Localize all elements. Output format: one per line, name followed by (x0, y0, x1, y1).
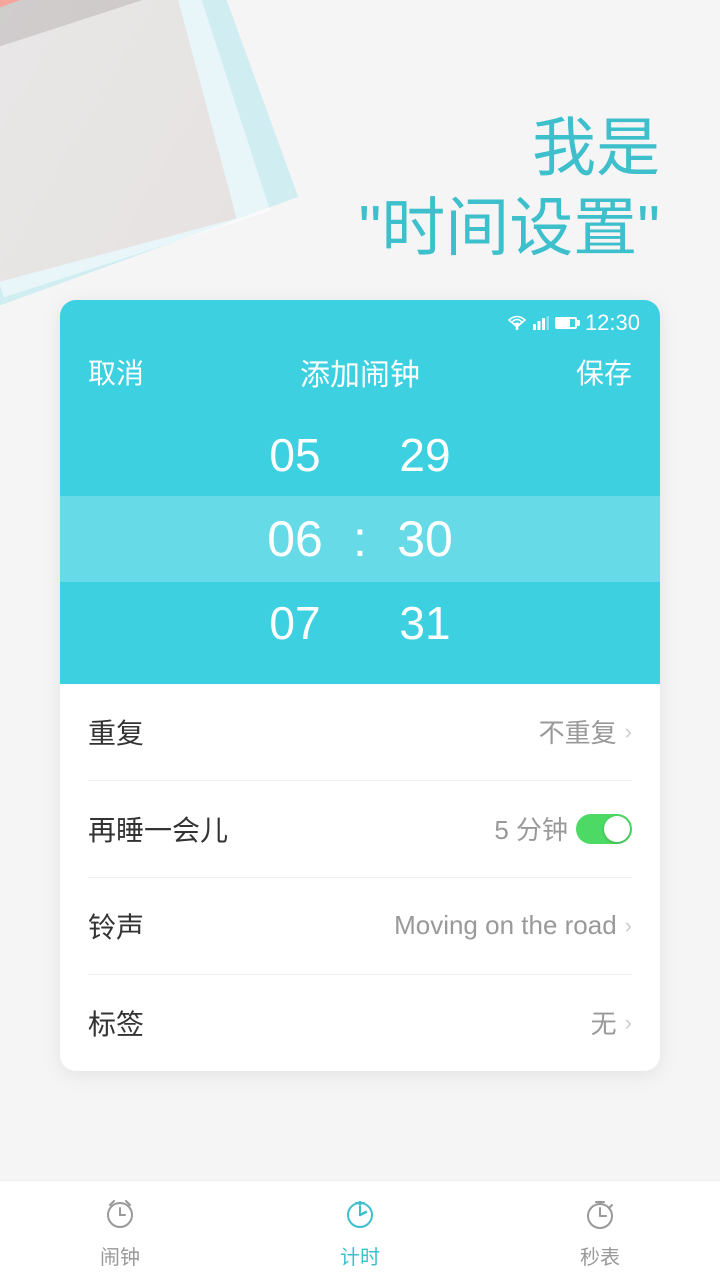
ringtone-value: Moving on the road › (394, 910, 632, 941)
minute-0: 29 (375, 428, 475, 482)
hour-0: 05 (245, 428, 345, 482)
battery-icon (555, 317, 577, 329)
minute-1: 30 (375, 510, 475, 568)
snooze-toggle[interactable] (576, 814, 632, 844)
signal-icon (533, 316, 549, 330)
time-row-1[interactable]: 06 : 30 (60, 496, 660, 582)
sep-1: : (345, 510, 375, 568)
alarm-bar: 取消 添加闹钟 保存 (60, 340, 660, 414)
snooze-value: 5 分钟 (494, 810, 632, 847)
stopwatch-icon (578, 1191, 622, 1235)
status-bar: 12:30 (60, 300, 660, 340)
nav-item-alarm[interactable]: 闹钟 (0, 1191, 240, 1270)
toggle-thumb (604, 816, 630, 842)
nav-label-alarm: 闹钟 (100, 1241, 140, 1270)
main-content: 我是 "时间设置" (0, 0, 720, 1181)
status-time: 12:30 (585, 310, 640, 336)
time-row-2[interactable]: 07 : 31 (60, 582, 660, 664)
time-scroller[interactable]: 05 : 29 06 : 30 07 : 31 (60, 414, 660, 664)
repeat-text: 不重复 (539, 713, 617, 750)
bottom-nav: 闹钟 计时 秒表 (0, 1180, 720, 1280)
ringtone-text: Moving on the road (394, 910, 617, 941)
alarm-title: 添加闹钟 (300, 350, 420, 394)
settings-list: 重复 不重复 › 再睡一会儿 5 分钟 铃声 (60, 684, 660, 1071)
hour-1: 06 (245, 510, 345, 568)
hour-2: 07 (245, 596, 345, 650)
time-picker: 12:30 取消 添加闹钟 保存 05 : 29 (60, 300, 660, 684)
nav-item-stopwatch[interactable]: 秒表 (480, 1191, 720, 1270)
save-button[interactable]: 保存 (576, 352, 632, 392)
snooze-text: 5 分钟 (494, 810, 568, 847)
tag-text: 无 (591, 1004, 617, 1041)
repeat-value: 不重复 › (539, 713, 632, 750)
repeat-label: 重复 (88, 712, 144, 752)
time-row-0[interactable]: 05 : 29 (60, 414, 660, 496)
settings-item-snooze[interactable]: 再睡一会儿 5 分钟 (88, 781, 632, 878)
wifi-icon (507, 315, 527, 330)
tag-value: 无 › (591, 1004, 632, 1041)
nav-label-stopwatch: 秒表 (580, 1241, 620, 1270)
title-line1: 我是 (0, 110, 660, 187)
settings-item-ringtone[interactable]: 铃声 Moving on the road › (88, 878, 632, 975)
title-line2: "时间设置" (0, 187, 660, 270)
cancel-button[interactable]: 取消 (88, 352, 144, 392)
time-rows: 05 : 29 06 : 30 07 : 31 (60, 414, 660, 664)
settings-item-tag[interactable]: 标签 无 › (88, 975, 632, 1071)
tag-chevron: › (625, 1010, 632, 1036)
main-card: 12:30 取消 添加闹钟 保存 05 : 29 (60, 300, 660, 1071)
ringtone-chevron: › (625, 913, 632, 939)
status-icons (507, 315, 577, 330)
snooze-label: 再睡一会儿 (88, 809, 228, 849)
settings-item-repeat[interactable]: 重复 不重复 › (88, 684, 632, 781)
tag-label: 标签 (88, 1003, 144, 1043)
title-area: 我是 "时间设置" (0, 0, 720, 300)
minute-2: 31 (375, 596, 475, 650)
nav-item-timer[interactable]: 计时 (240, 1191, 480, 1270)
alarm-icon (98, 1191, 142, 1235)
repeat-chevron: › (625, 719, 632, 745)
timer-icon (338, 1191, 382, 1235)
ringtone-label: 铃声 (88, 906, 144, 946)
nav-label-timer: 计时 (340, 1241, 380, 1270)
